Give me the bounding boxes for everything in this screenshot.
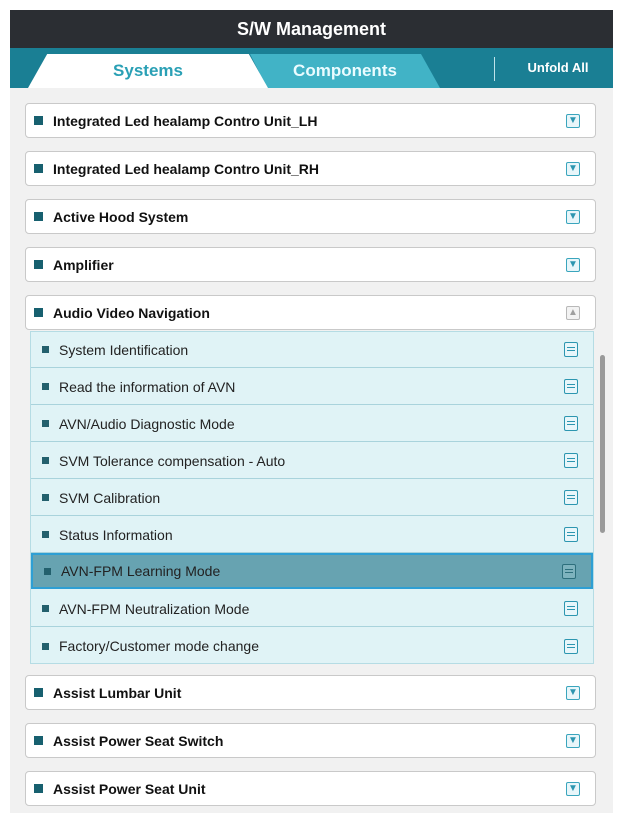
download-icon[interactable]: ▼ bbox=[566, 685, 580, 700]
document-icon[interactable] bbox=[564, 453, 578, 468]
system-item-label: Assist Lumbar Unit bbox=[53, 684, 182, 701]
bullet-icon bbox=[34, 212, 43, 221]
bullet-icon bbox=[42, 605, 49, 612]
bullet-icon bbox=[42, 531, 49, 538]
sub-item-label: System Identification bbox=[59, 341, 189, 358]
system-item-label: Integrated Led healamp Contro Unit_RH bbox=[53, 160, 320, 177]
scrollbar[interactable] bbox=[600, 355, 605, 533]
system-item-label: Integrated Led healamp Contro Unit_LH bbox=[53, 112, 318, 129]
sub-item[interactable]: System Identification bbox=[31, 332, 593, 368]
system-item-label: Assist Power Seat Switch bbox=[53, 732, 224, 749]
download-icon[interactable]: ▼ bbox=[566, 733, 580, 748]
title-bar: S/W Management bbox=[10, 10, 613, 48]
system-item[interactable]: Integrated Led healamp Contro Unit_RH ▼ bbox=[25, 151, 596, 186]
window-title: S/W Management bbox=[236, 18, 387, 39]
sub-item[interactable]: Factory/Customer mode change bbox=[31, 628, 593, 664]
sub-item[interactable]: AVN-FPM Neutralization Mode bbox=[31, 591, 593, 627]
system-list: Integrated Led healamp Contro Unit_LH ▼ … bbox=[10, 88, 613, 813]
bullet-icon bbox=[34, 164, 43, 173]
bullet-icon bbox=[34, 688, 43, 697]
system-item-label: Active Hood System bbox=[53, 208, 189, 225]
sub-item[interactable]: Read the information of AVN bbox=[31, 369, 593, 405]
document-icon[interactable] bbox=[564, 342, 578, 357]
bullet-icon bbox=[42, 420, 49, 427]
download-icon[interactable]: ▼ bbox=[566, 781, 580, 796]
sub-item-label: SVM Tolerance compensation - Auto bbox=[59, 452, 286, 469]
document-icon[interactable] bbox=[562, 563, 576, 579]
sub-item-label: Status Information bbox=[59, 526, 173, 543]
bullet-icon bbox=[42, 457, 49, 464]
tab-systems[interactable]: Systems bbox=[28, 54, 268, 88]
sub-item-selected[interactable]: AVN-FPM Learning Mode bbox=[31, 553, 593, 589]
download-icon[interactable]: ▼ bbox=[566, 257, 580, 272]
system-item[interactable]: Assist Lumbar Unit ▼ bbox=[25, 675, 596, 710]
system-item[interactable]: Active Hood System ▼ bbox=[25, 199, 596, 234]
bullet-icon bbox=[44, 567, 51, 575]
bullet-icon bbox=[34, 736, 43, 745]
tab-systems-label: Systems bbox=[113, 61, 183, 80]
sub-item-label: SVM Calibration bbox=[59, 489, 161, 506]
system-item[interactable]: Amplifier ▼ bbox=[25, 247, 596, 282]
document-icon[interactable] bbox=[564, 490, 578, 505]
bullet-icon bbox=[42, 494, 49, 501]
download-icon[interactable]: ▼ bbox=[566, 161, 580, 176]
download-icon[interactable]: ▼ bbox=[566, 113, 580, 128]
bullet-icon bbox=[42, 346, 49, 353]
sub-item-label: AVN/Audio Diagnostic Mode bbox=[59, 415, 235, 432]
document-icon[interactable] bbox=[564, 638, 578, 654]
download-icon[interactable]: ▼ bbox=[566, 209, 580, 224]
tab-components[interactable]: Components bbox=[250, 54, 440, 88]
document-icon[interactable] bbox=[564, 601, 578, 616]
system-item[interactable]: Assist Power Seat Unit ▼ bbox=[25, 771, 596, 806]
system-item-label: Assist Power Seat Unit bbox=[53, 780, 206, 797]
system-item-label: Amplifier bbox=[53, 256, 114, 273]
bullet-icon bbox=[42, 642, 49, 650]
system-item[interactable]: Assist Power Seat Switch ▼ bbox=[25, 723, 596, 758]
system-item-label: Audio Video Navigation bbox=[53, 304, 210, 321]
tab-components-label: Components bbox=[293, 61, 397, 80]
document-icon[interactable] bbox=[564, 416, 578, 431]
bullet-icon bbox=[34, 260, 43, 269]
tab-bar: Components Systems Unfold All bbox=[10, 48, 613, 88]
sub-item[interactable]: SVM Calibration bbox=[31, 480, 593, 516]
bullet-icon bbox=[34, 116, 43, 125]
upload-icon: ▲ bbox=[566, 305, 580, 320]
sub-item-label: AVN-FPM Learning Mode bbox=[61, 563, 221, 579]
system-item-expanded[interactable]: Audio Video Navigation ▲ bbox=[25, 295, 596, 330]
sub-item[interactable]: AVN/Audio Diagnostic Mode bbox=[31, 406, 593, 442]
tab-divider bbox=[494, 57, 495, 81]
sub-item-label: AVN-FPM Neutralization Mode bbox=[59, 600, 250, 617]
sub-item[interactable]: SVM Tolerance compensation - Auto bbox=[31, 443, 593, 479]
sub-item-label: Read the information of AVN bbox=[59, 378, 236, 395]
bullet-icon bbox=[34, 784, 43, 793]
document-icon[interactable] bbox=[564, 527, 578, 542]
document-icon[interactable] bbox=[564, 379, 578, 394]
unfold-all-button[interactable]: Unfold All bbox=[506, 54, 610, 80]
sub-item[interactable]: Status Information bbox=[31, 517, 593, 553]
unfold-all-label: Unfold All bbox=[527, 59, 589, 75]
bullet-icon bbox=[34, 308, 43, 317]
sub-item-list: System Identification Read the informati… bbox=[30, 331, 594, 664]
sub-item-label: Factory/Customer mode change bbox=[59, 638, 259, 654]
bullet-icon bbox=[42, 383, 49, 390]
system-item[interactable]: Integrated Led healamp Contro Unit_LH ▼ bbox=[25, 103, 596, 138]
